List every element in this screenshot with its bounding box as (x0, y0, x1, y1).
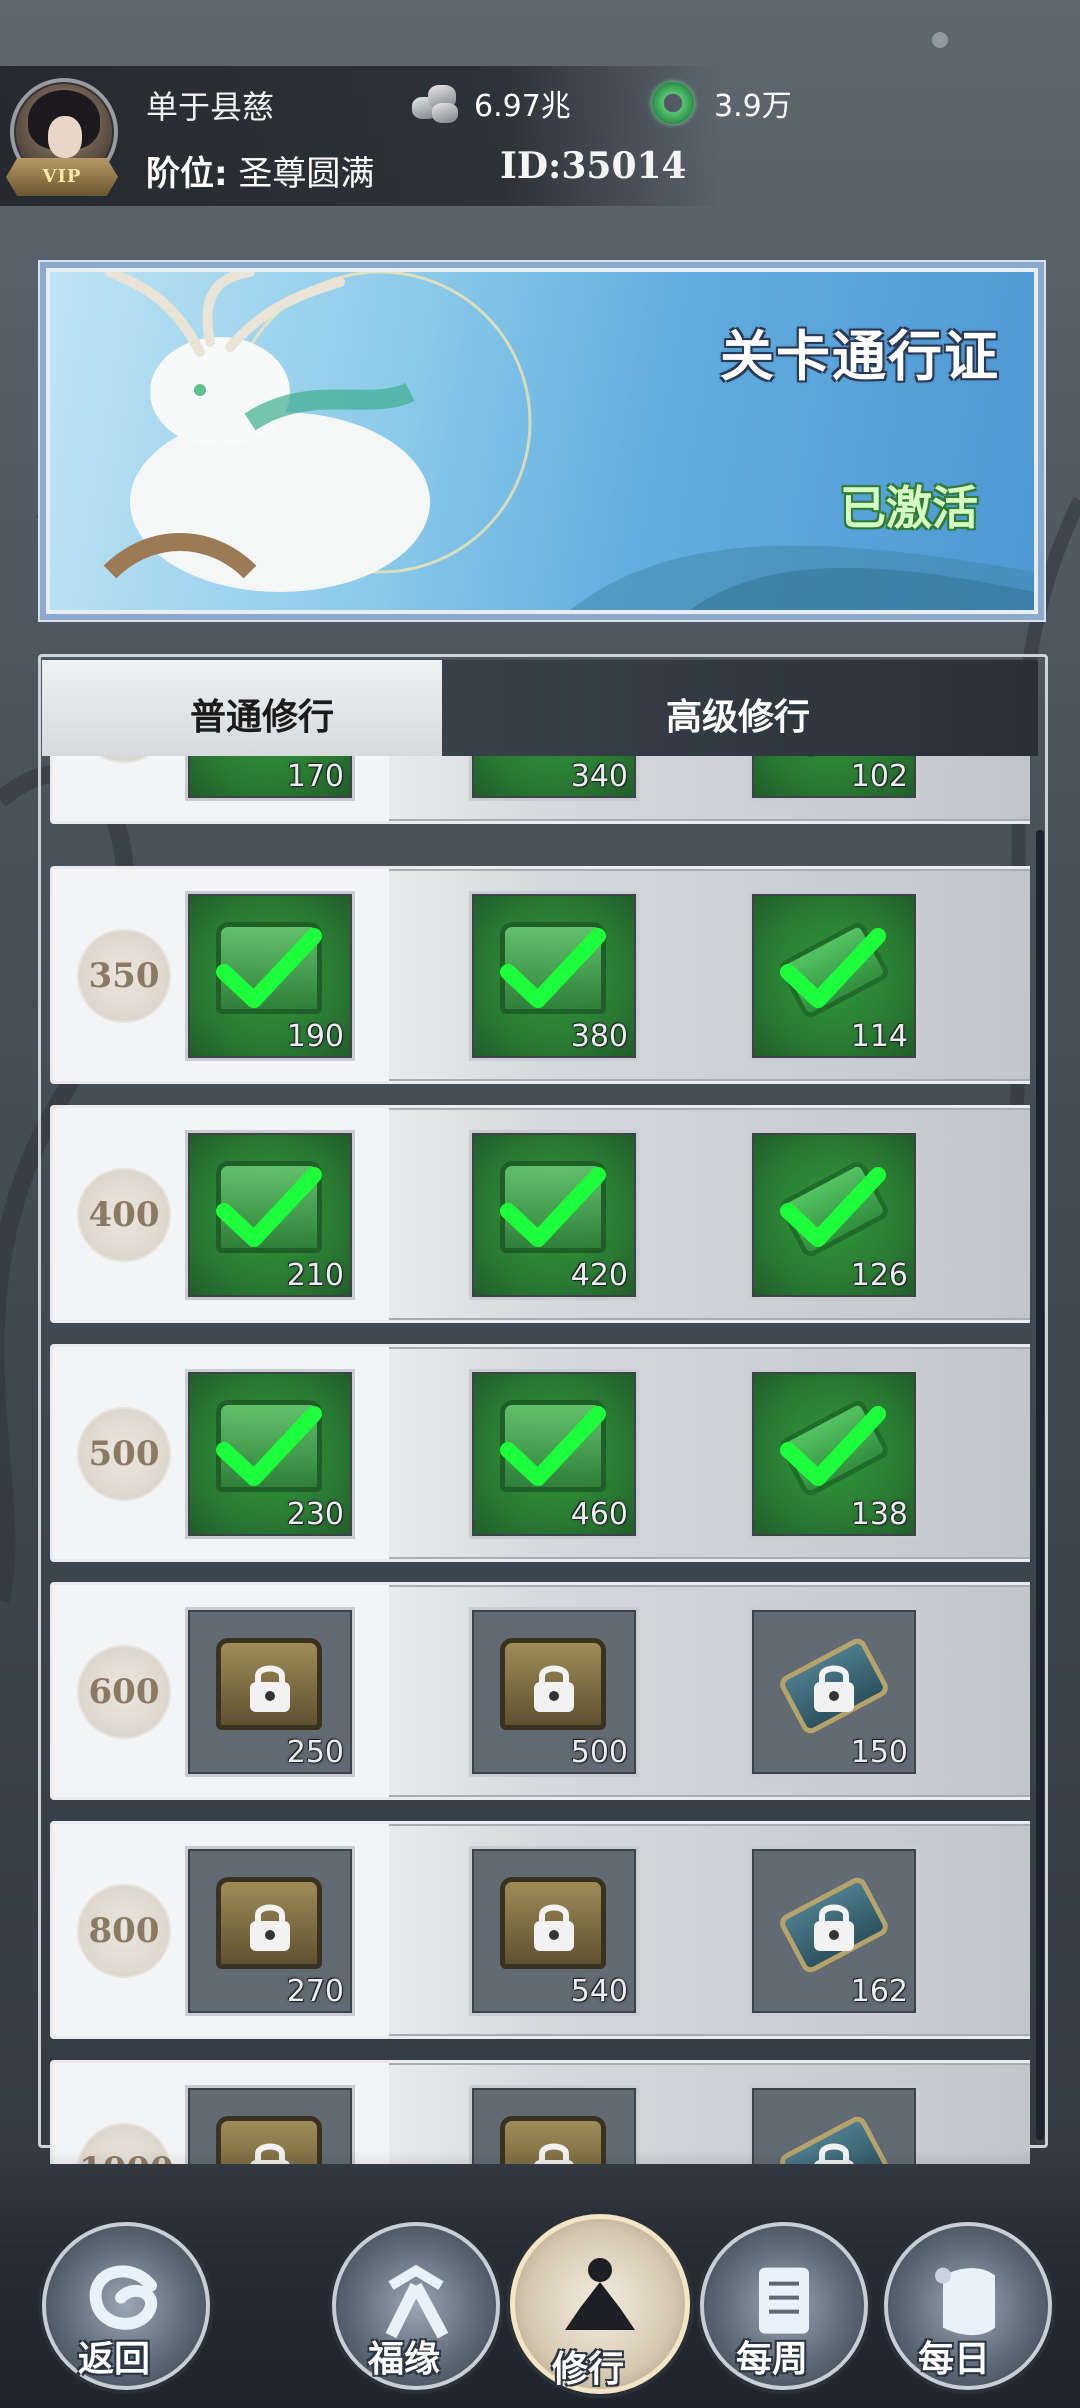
jade-amount: 3.9万 (714, 89, 792, 124)
tab-normal-label: 普通修行 (190, 697, 335, 738)
reward-quantity: 114 (850, 1019, 908, 1054)
lock-icon (814, 1904, 854, 1951)
checkmark-icon (780, 928, 886, 1008)
reward-slot-claimed[interactable]: 460 (469, 1369, 639, 1539)
tab-advanced[interactable]: 高级修行 (442, 660, 1038, 756)
player-rank: 阶位: 圣尊圆满 (146, 146, 374, 195)
reward-slot-claimed[interactable]: 210 (185, 1130, 355, 1300)
reward-slot-claimed[interactable]: 420 (469, 1130, 639, 1300)
rank-label: 阶位: (146, 154, 228, 194)
checkmark-icon (780, 1167, 886, 1247)
reward-slot-claimed[interactable]: 230 (185, 1369, 355, 1539)
checkmark-icon (780, 1406, 886, 1486)
resource-silver: 6.97兆 (410, 78, 571, 128)
nav-cultivate-label: 修行 (552, 2349, 625, 2390)
rank-value: 圣尊圆满 (238, 154, 375, 194)
player-id: ID:35014 (500, 145, 687, 187)
reward-row: 400 210 420 126 (50, 1105, 1030, 1323)
lock-icon (250, 1904, 290, 1951)
reward-quantity: 270 (286, 1974, 344, 2009)
player-name: 单于县慈 (146, 88, 275, 126)
tab-normal[interactable]: 普通修行 (42, 660, 442, 756)
level-badge: 350 (77, 929, 171, 1023)
reward-row: 170 340 102 (50, 756, 1030, 824)
reward-slot-claimed[interactable]: 380 (469, 891, 639, 1061)
meditation-icon (565, 2258, 635, 2330)
lock-icon (534, 1665, 574, 1712)
reward-slot-claimed[interactable]: 340 (469, 756, 639, 801)
reward-quantity: 250 (286, 1735, 344, 1770)
pass-title: 关卡通行证 (720, 325, 1000, 388)
reward-slot-locked[interactable]: 162 (749, 1846, 919, 2016)
lock-icon (534, 1904, 574, 1951)
reward-quantity: 150 (850, 1735, 908, 1770)
reward-quantity: 138 (850, 1497, 908, 1532)
tab-advanced-label: 高级修行 (666, 697, 811, 738)
reward-slot-locked[interactable]: 250 (185, 1607, 355, 1777)
reward-quantity: 210 (286, 1258, 344, 1293)
jade-coin-icon (652, 82, 694, 124)
reward-quantity: 102 (850, 759, 908, 794)
level-badge: 500 (77, 1407, 171, 1501)
pass-banner[interactable]: 关卡通行证 已激活 (46, 268, 1038, 614)
lock-icon (250, 1665, 290, 1712)
level-badge: 400 (77, 1168, 171, 1262)
nav-fortune-label: 福缘 (368, 2339, 441, 2380)
nav-weekly-label: 每周 (736, 2339, 809, 2380)
reward-quantity: 162 (850, 1974, 908, 2009)
scrollbar[interactable] (1036, 830, 1044, 2140)
reward-row: 350 190 380 114 (50, 866, 1030, 1084)
reward-quantity: 126 (850, 1258, 908, 1293)
reward-quantity: 500 (570, 1735, 628, 1770)
reward-quantity: 420 (570, 1258, 628, 1293)
checkmark-icon (500, 1406, 606, 1486)
reward-quantity: 340 (570, 759, 628, 794)
tier-tabs: 普通修行 高级修行 (42, 660, 1038, 756)
vip-badge: VIP (6, 158, 118, 196)
reward-slot-locked[interactable]: 150 (749, 1607, 919, 1777)
reward-quantity: 190 (286, 1019, 344, 1054)
checkmark-icon (500, 1167, 606, 1247)
checkmark-icon (216, 928, 322, 1008)
reward-quantity: 170 (286, 759, 344, 794)
checkmark-icon (216, 1167, 322, 1247)
reward-row: 1000 (50, 2060, 1030, 2164)
checkmark-icon (216, 1406, 322, 1486)
reward-row: 800 270 540 162 (50, 1821, 1030, 2039)
reward-list[interactable]: 170 340 102 350 190 380 114 400 210 420 126 500 230 4… (50, 756, 1030, 2164)
resource-jade: 3.9万 (652, 78, 792, 128)
reward-quantity: 230 (286, 1497, 344, 1532)
reward-slot-claimed[interactable]: 114 (749, 891, 919, 1061)
reward-slot-locked[interactable]: 500 (469, 1607, 639, 1777)
reward-slot-claimed[interactable]: 138 (749, 1369, 919, 1539)
nav-daily-label: 每日 (918, 2339, 991, 2380)
reward-slot-claimed[interactable]: 102 (749, 756, 919, 801)
nav-back-label: 返回 (78, 2339, 151, 2380)
reward-slot-locked[interactable]: 540 (469, 1846, 639, 2016)
reward-quantity: 380 (570, 1019, 628, 1054)
reward-slot-claimed[interactable]: 126 (749, 1130, 919, 1300)
reward-slot-locked[interactable]: 270 (185, 1846, 355, 2016)
reward-row: 500 230 460 138 (50, 1344, 1030, 1562)
reward-quantity: 540 (570, 1974, 628, 2009)
reward-slot-claimed[interactable]: 170 (185, 756, 355, 801)
level-badge: 600 (77, 1645, 171, 1739)
reward-row: 600 250 500 150 (50, 1582, 1030, 1800)
reward-slot-claimed[interactable]: 190 (185, 891, 355, 1061)
pass-status: 已激活 (840, 481, 978, 535)
reward-quantity: 460 (570, 1497, 628, 1532)
checkmark-icon (500, 928, 606, 1008)
silver-ore-icon (410, 81, 460, 125)
lock-icon (814, 1665, 854, 1712)
silver-amount: 6.97兆 (474, 89, 571, 124)
level-badge: 800 (77, 1884, 171, 1978)
